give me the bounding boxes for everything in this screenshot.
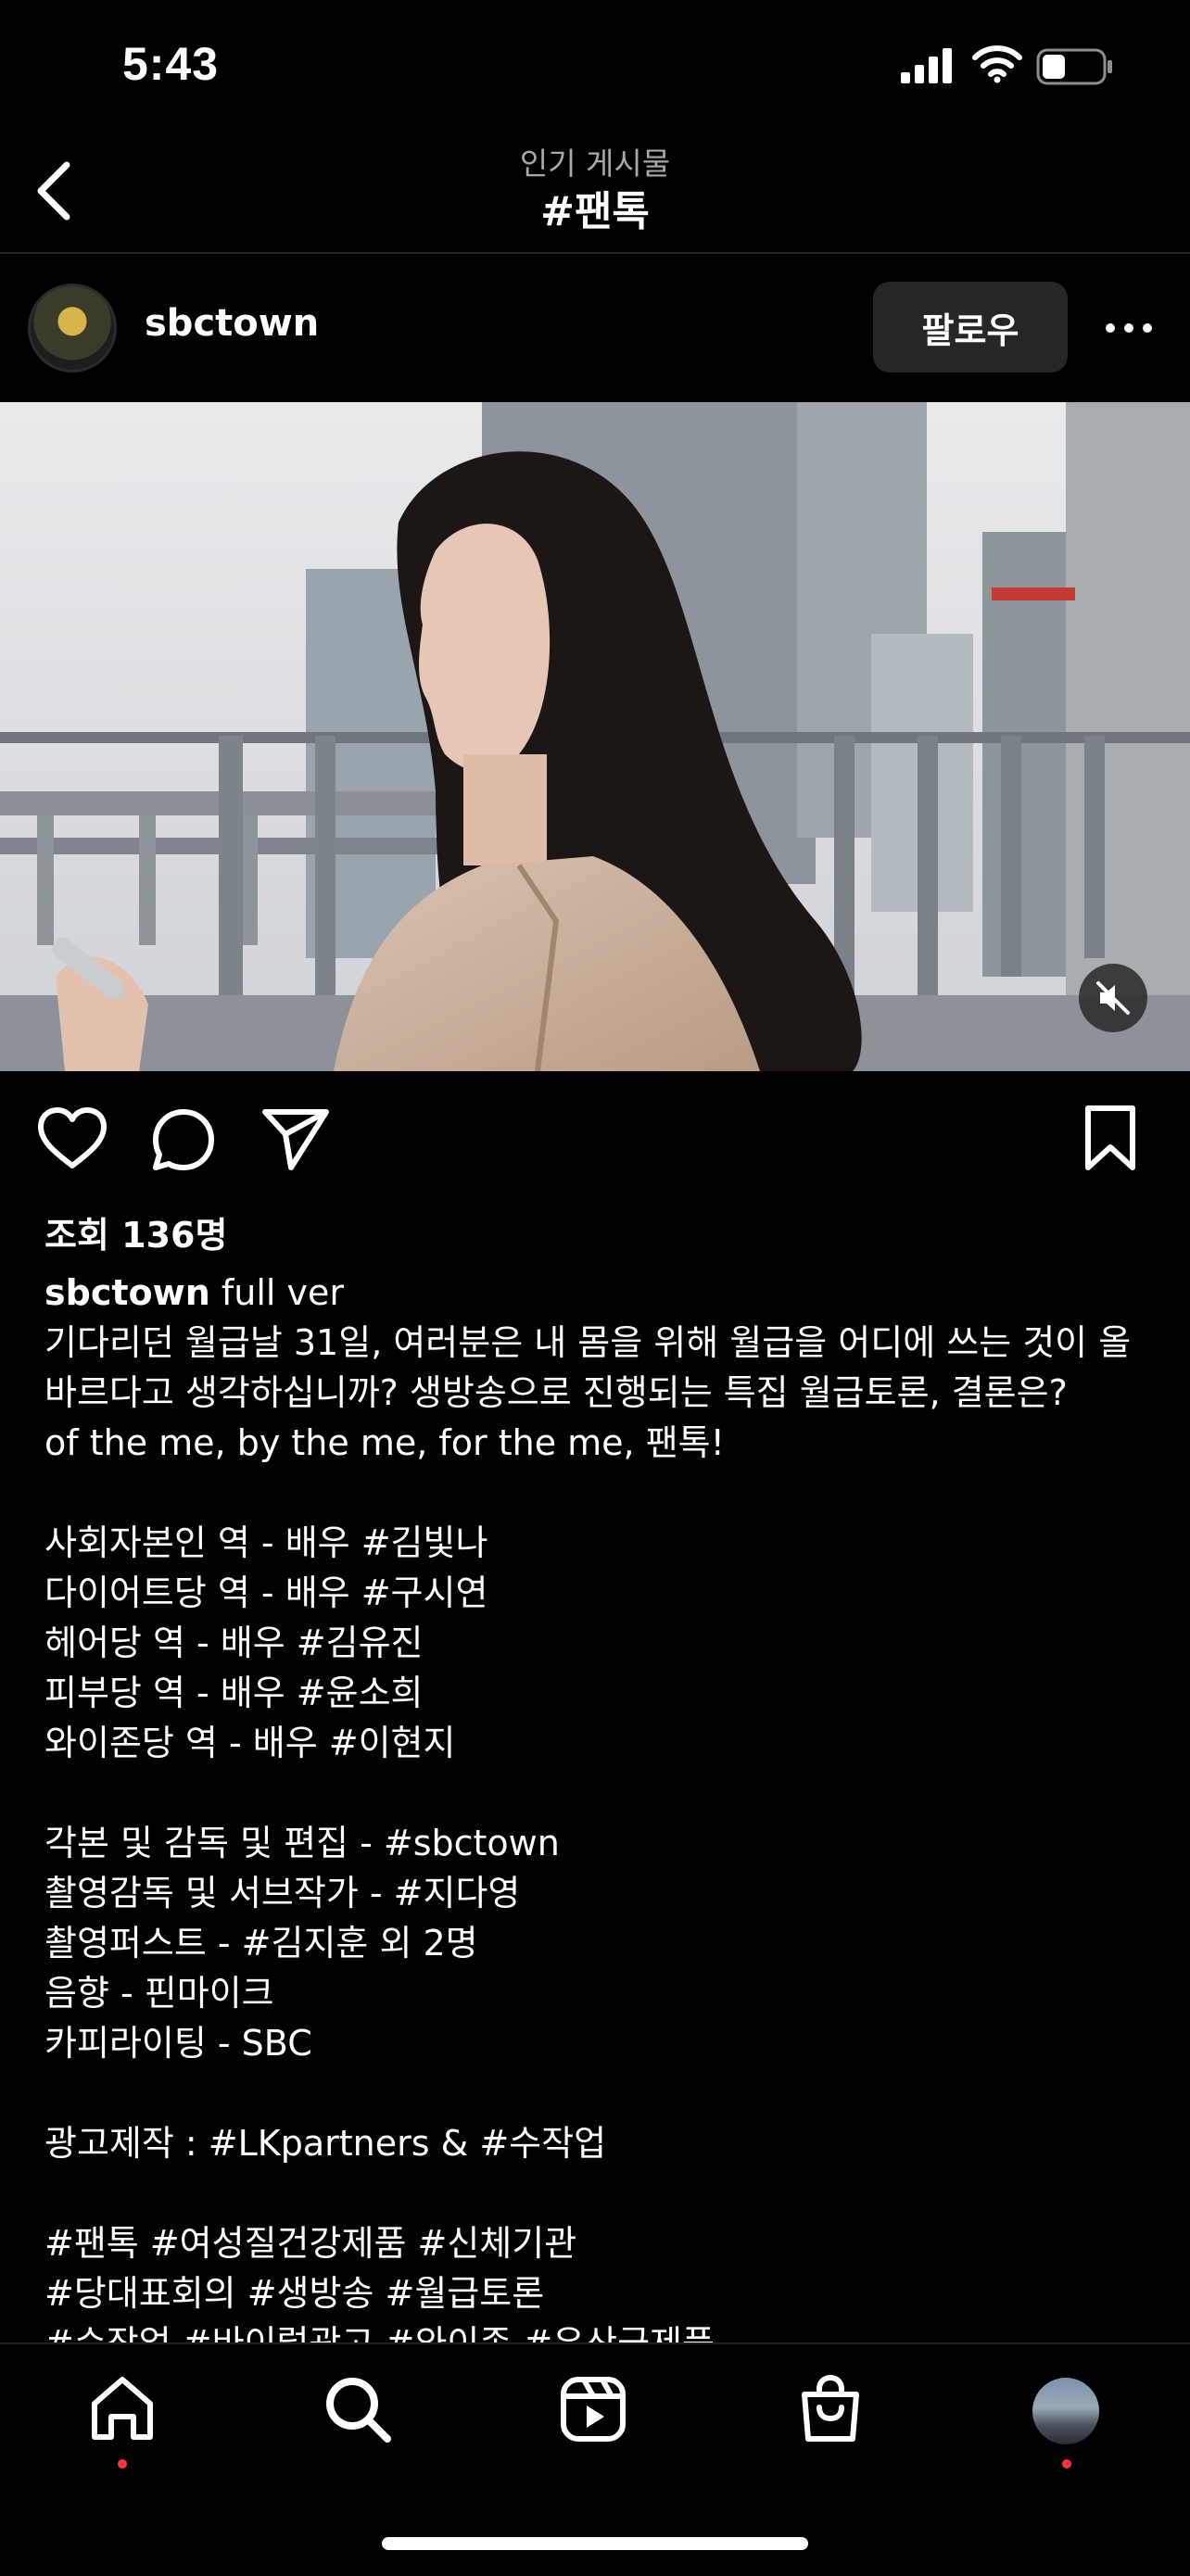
heart-icon[interactable] — [37, 1106, 108, 1171]
reels-icon[interactable] — [556, 2372, 630, 2446]
header-title: #팬톡 — [540, 188, 650, 235]
battery-icon — [1036, 48, 1112, 85]
profile-notification-dot — [1062, 2459, 1071, 2469]
status-time: 5:43 — [122, 38, 220, 90]
wifi-icon — [972, 45, 1022, 83]
video-frame-image — [0, 402, 1190, 1071]
shop-bag-icon[interactable] — [793, 2372, 867, 2446]
home-notification-dot — [118, 2459, 127, 2469]
post-video[interactable] — [0, 402, 1190, 1071]
post-caption: sbctown full ver 기다리던 월급날 31일, 여러분은 내 몸을… — [44, 1268, 1157, 2368]
mute-toggle-button[interactable] — [1079, 964, 1147, 1032]
home-icon[interactable] — [85, 2372, 159, 2446]
speaker-muted-icon — [1096, 981, 1130, 1015]
profile-tab-avatar[interactable] — [1032, 2378, 1099, 2444]
bookmark-icon[interactable] — [1081, 1105, 1140, 1171]
follow-button[interactable]: 팔로우 — [873, 282, 1068, 373]
comment-bubble-icon[interactable] — [150, 1106, 217, 1173]
cellular-signal-icon — [901, 48, 952, 83]
caption-username[interactable]: sbctown — [44, 1272, 210, 1313]
header-divider — [0, 252, 1190, 254]
home-indicator — [382, 2537, 808, 2550]
post-username[interactable]: sbctown — [145, 302, 319, 345]
more-horizontal-icon[interactable] — [1103, 315, 1155, 341]
avatar[interactable] — [28, 284, 117, 373]
paper-plane-icon[interactable] — [261, 1106, 330, 1171]
search-icon[interactable] — [321, 2372, 395, 2446]
caption-text: full ver 기다리던 월급날 31일, 여러분은 내 몸을 위해 월급을 … — [44, 1272, 1132, 2364]
header-subtitle: 인기 게시물 — [519, 145, 671, 182]
view-count: 조회 136명 — [44, 1215, 228, 1256]
